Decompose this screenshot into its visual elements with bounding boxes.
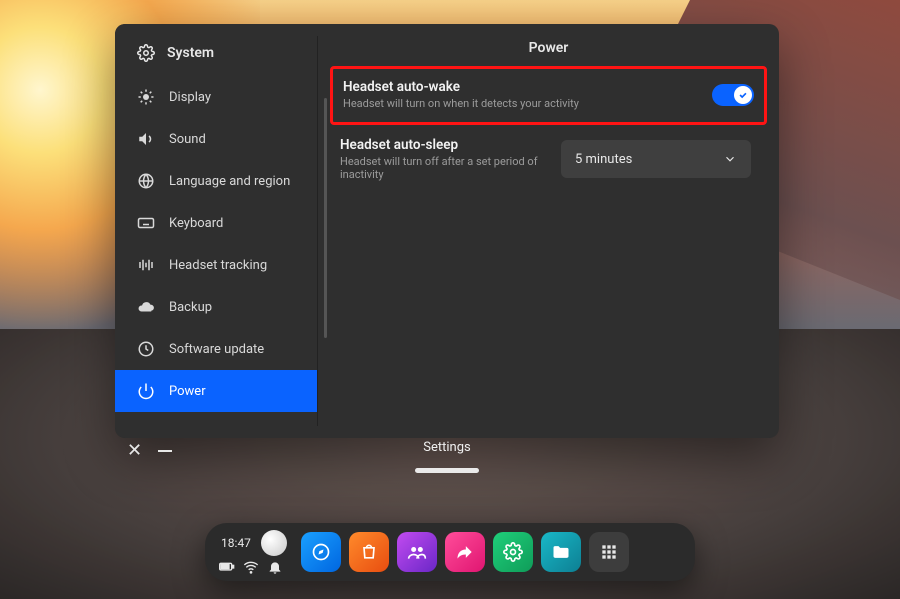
volume-icon	[137, 130, 155, 148]
sidebar-item-label: Software update	[169, 342, 264, 357]
select-value: 5 minutes	[575, 152, 632, 167]
globe-icon	[137, 172, 155, 190]
battery-icon	[219, 560, 235, 574]
toggle-knob	[734, 86, 752, 104]
settings-panel: System Display Sound Language and region…	[115, 24, 779, 438]
power-icon	[137, 382, 155, 400]
page-title: Power	[336, 24, 761, 66]
keyboard-icon	[137, 214, 155, 232]
system-dock: 18:47	[205, 523, 695, 581]
row-description: Headset will turn off after a set period…	[340, 155, 561, 181]
row-title: Headset auto-wake	[343, 79, 712, 95]
sidebar-item-update[interactable]: Software update	[115, 328, 318, 370]
row-text: Headset auto-sleep Headset will turn off…	[340, 137, 561, 181]
scroll-indicator[interactable]	[324, 98, 327, 338]
window-label: Settings	[115, 440, 779, 455]
dock-app-store[interactable]	[349, 532, 389, 572]
row-text: Headset auto-wake Headset will turn on w…	[343, 79, 712, 110]
gear-icon	[137, 44, 155, 62]
avatar[interactable]	[261, 530, 287, 556]
sidebar-item-sound[interactable]: Sound	[115, 118, 318, 160]
grab-handle[interactable]	[415, 468, 479, 473]
sidebar-header: System	[115, 34, 318, 76]
status-cluster	[219, 560, 283, 574]
sidebar-item-power[interactable]: Power	[115, 370, 318, 412]
dock-app-explore[interactable]	[301, 532, 341, 572]
tracking-icon	[137, 256, 155, 274]
sidebar-item-label: Sound	[169, 132, 206, 147]
sidebar-item-display[interactable]: Display	[115, 76, 318, 118]
row-title: Headset auto-sleep	[340, 137, 561, 153]
sidebar-item-tracking[interactable]: Headset tracking	[115, 244, 318, 286]
dock-apps	[301, 532, 629, 572]
dock-clock: 18:47	[219, 536, 253, 550]
dock-app-files[interactable]	[541, 532, 581, 572]
cloud-icon	[137, 298, 155, 316]
dock-app-people[interactable]	[397, 532, 437, 572]
sidebar-item-language[interactable]: Language and region	[115, 160, 318, 202]
sidebar-item-label: Power	[169, 384, 206, 399]
dock-app-share[interactable]	[445, 532, 485, 572]
auto-sleep-select[interactable]: 5 minutes	[561, 140, 751, 178]
sidebar-item-label: Backup	[169, 300, 212, 315]
dock-app-settings[interactable]	[493, 532, 533, 572]
dock-app-library[interactable]	[589, 532, 629, 572]
sidebar-item-backup[interactable]: Backup	[115, 286, 318, 328]
sidebar: System Display Sound Language and region…	[115, 24, 318, 438]
chevron-down-icon	[723, 152, 737, 166]
setting-row-auto-wake: Headset auto-wake Headset will turn on w…	[330, 66, 767, 125]
update-icon	[137, 340, 155, 358]
auto-wake-toggle[interactable]	[712, 84, 754, 106]
row-description: Headset will turn on when it detects you…	[343, 97, 712, 110]
sidebar-item-label: Language and region	[169, 174, 290, 189]
notifications-icon[interactable]	[267, 560, 283, 574]
sidebar-item-label: Keyboard	[169, 216, 223, 231]
setting-row-auto-sleep: Headset auto-sleep Headset will turn off…	[336, 125, 761, 193]
grab-handle-area	[115, 468, 779, 473]
sidebar-title: System	[167, 45, 214, 61]
brightness-icon	[137, 88, 155, 106]
sidebar-item-keyboard[interactable]: Keyboard	[115, 202, 318, 244]
main-content: Power Headset auto-wake Headset will tur…	[318, 24, 779, 438]
wifi-icon	[243, 560, 259, 574]
sidebar-item-label: Display	[169, 90, 211, 105]
sidebar-item-label: Headset tracking	[169, 258, 267, 273]
